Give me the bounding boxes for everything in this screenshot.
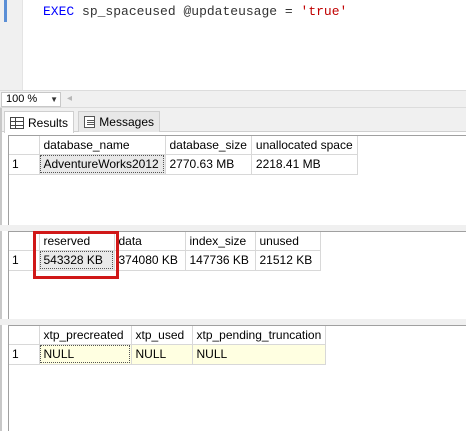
result-table-1: database_name database_size unallocated … <box>9 136 358 175</box>
result-grid-3[interactable]: xtp_precreated xtp_used xtp_pending_trun… <box>8 325 466 431</box>
table-cell[interactable]: 147736 KB <box>185 250 256 271</box>
chevron-down-icon[interactable]: ▼ <box>50 93 58 106</box>
change-marker <box>4 0 7 22</box>
grid-icon <box>10 116 24 129</box>
parameter-name: @updateusage <box>183 4 278 19</box>
header-row: database_name database_size unallocated … <box>9 136 358 155</box>
query-editor[interactable]: EXEC sp_spaceused @updateusage = 'true' <box>0 0 466 90</box>
results-tabbar: Results Messages <box>0 108 466 133</box>
scroll-left-icon[interactable]: ◂ <box>67 93 72 104</box>
table-cell[interactable]: NULL <box>192 344 327 365</box>
column-header[interactable]: database_size <box>165 136 252 155</box>
equals-operator: = <box>284 4 293 19</box>
column-header[interactable]: database_name <box>39 136 166 155</box>
column-header[interactable]: unused <box>255 232 321 251</box>
result-table-3: xtp_precreated xtp_used xtp_pending_trun… <box>9 326 327 365</box>
column-header[interactable]: xtp_pending_truncation <box>192 326 327 345</box>
tab-results[interactable]: Results <box>4 111 74 133</box>
zoom-dropdown[interactable]: 100 % ▼ <box>1 92 61 107</box>
table-cell[interactable]: 2218.41 MB <box>251 154 358 175</box>
table-cell[interactable]: 21512 KB <box>255 250 321 271</box>
column-header[interactable]: xtp_used <box>131 326 193 345</box>
pane-left-edge <box>0 108 2 431</box>
table-cell[interactable]: NULL <box>131 344 193 365</box>
result-grid-1[interactable]: database_name database_size unallocated … <box>8 135 466 225</box>
column-header[interactable]: xtp_precreated <box>39 326 132 345</box>
table-row: 1 AdventureWorks2012 2770.63 MB 2218.41 … <box>9 154 358 175</box>
tab-messages-label: Messages <box>99 115 154 129</box>
query-line[interactable]: EXEC sp_spaceused @updateusage = 'true' <box>43 4 347 19</box>
procedure-name: sp_spaceused <box>82 4 176 19</box>
column-header[interactable]: index_size <box>185 232 256 251</box>
zoom-bar: 100 % ▼ ◂ <box>0 90 466 108</box>
row-number[interactable]: 1 <box>9 344 40 365</box>
table-cell[interactable]: NULL <box>39 344 132 365</box>
tab-messages[interactable]: Messages <box>78 111 160 132</box>
row-number-header <box>9 326 40 345</box>
table-row: 1 NULL NULL NULL <box>9 344 327 365</box>
string-literal: 'true' <box>300 4 348 19</box>
highlight-annotation-box <box>33 231 119 279</box>
column-header[interactable]: unallocated space <box>251 136 358 155</box>
messages-icon <box>84 116 96 128</box>
zoom-value: 100 % <box>6 93 38 105</box>
table-cell[interactable]: 2770.63 MB <box>165 154 252 175</box>
table-cell[interactable]: AdventureWorks2012 <box>39 154 166 175</box>
row-number-header <box>9 136 40 155</box>
editor-gutter <box>0 0 23 90</box>
column-header[interactable]: data <box>114 232 186 251</box>
table-cell[interactable]: 374080 KB <box>114 250 186 271</box>
tab-results-label: Results <box>27 115 68 130</box>
exec-keyword: EXEC <box>43 4 75 19</box>
header-row: xtp_precreated xtp_used xtp_pending_trun… <box>9 326 327 345</box>
row-number[interactable]: 1 <box>9 154 40 175</box>
